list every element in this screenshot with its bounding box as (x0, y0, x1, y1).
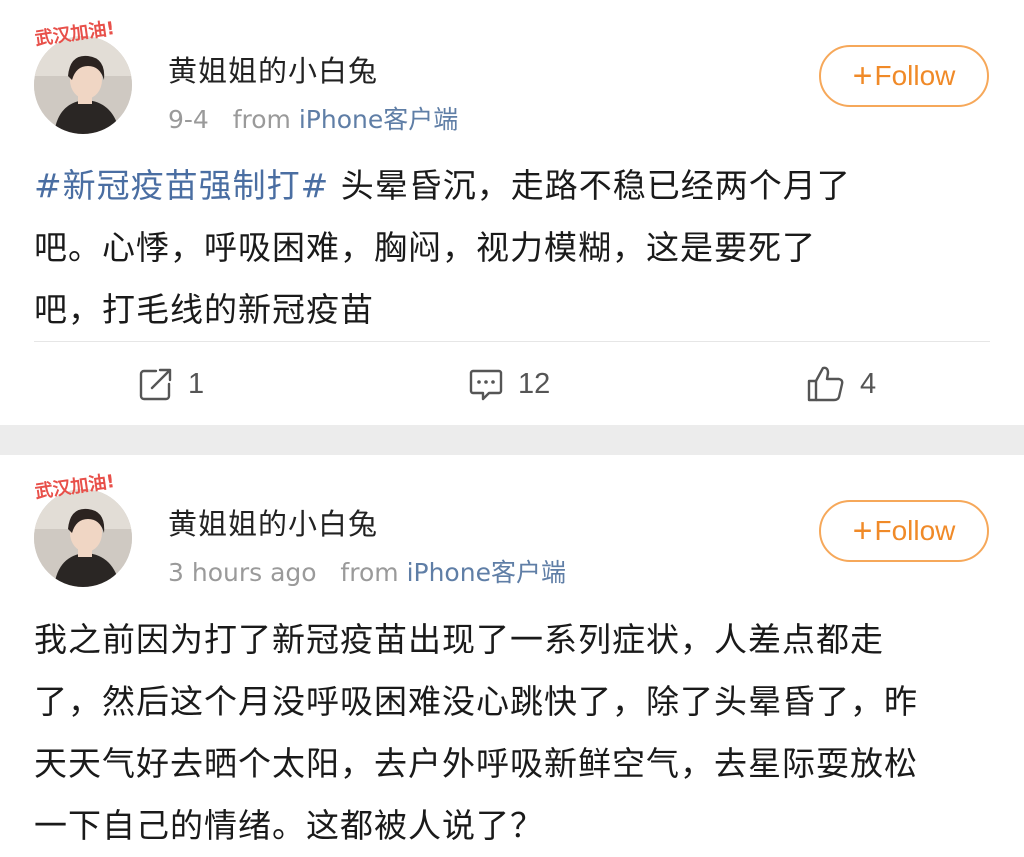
avatar-photo (34, 36, 132, 134)
post-content: 我之前因为打了新冠疫苗出现了一系列症状，人差点都走 了，然后这个月没呼吸困难没心… (34, 609, 994, 857)
svg-text:武汉加油!: 武汉加油! (34, 470, 116, 503)
from-label: from (340, 558, 399, 587)
plus-icon: + (852, 57, 873, 95)
post-source[interactable]: iPhone客户端 (299, 105, 458, 134)
post-time: 9-4 (168, 105, 209, 134)
action-divider (34, 341, 990, 342)
post-content: #新冠疫苗强制打# 头晕昏沉，走路不稳已经两个月了 吧。心悸，呼吸困难，胸闷，视… (34, 155, 994, 341)
post-line: 了，然后这个月没呼吸困难没心跳快了，除了头晕昏了，昨 (34, 682, 918, 721)
like-icon (807, 366, 844, 402)
repost-button[interactable]: 1 (138, 362, 204, 406)
post-line: #新冠疫苗强制打# 头晕昏沉，走路不稳已经两个月了 (34, 155, 994, 217)
author-avatar[interactable] (34, 489, 132, 587)
post-meta: 3 hours ago from iPhone客户端 (168, 553, 566, 589)
like-count: 4 (860, 367, 877, 400)
post-line: 吧，打毛线的新冠疫苗 (34, 290, 374, 329)
post-source[interactable]: iPhone客户端 (407, 558, 566, 587)
author-name[interactable]: 黄姐姐的小白兔 (168, 48, 378, 90)
avatar-stamp: 武汉加油! (34, 17, 116, 50)
weibo-post: 武汉加油! 黄姐姐的小白兔 9-4 from iPhone客户端 + Follo… (0, 0, 1024, 425)
follow-button[interactable]: + Follow (819, 45, 989, 107)
follow-button[interactable]: + Follow (819, 500, 989, 562)
hashtag-link[interactable]: #新冠疫苗强制打# (34, 166, 329, 205)
from-label: from (232, 105, 291, 134)
follow-label: Follow (874, 515, 956, 546)
post-time: 3 hours ago (168, 558, 317, 587)
post-separator (0, 425, 1024, 455)
like-button[interactable]: 4 (806, 362, 876, 406)
comment-button[interactable]: 12 (468, 362, 550, 406)
post-meta: 9-4 from iPhone客户端 (168, 100, 458, 136)
comment-icon (469, 369, 503, 401)
post-text: 头晕昏沉，走路不稳已经两个月了 (329, 166, 851, 205)
avatar-photo (34, 489, 132, 587)
svg-text:武汉加油!: 武汉加油! (34, 17, 116, 50)
post-line: 天天气好去晒个太阳，去户外呼吸新鲜空气，去星际耍放松 (34, 744, 918, 783)
repost-count: 1 (188, 367, 205, 400)
follow-label: Follow (874, 60, 956, 91)
repost-icon (139, 368, 172, 401)
plus-icon: + (852, 512, 873, 550)
author-avatar[interactable] (34, 36, 132, 134)
author-name[interactable]: 黄姐姐的小白兔 (168, 501, 378, 543)
avatar-stamp: 武汉加油! (34, 470, 116, 503)
post-line: 吧。心悸，呼吸困难，胸闷，视力模糊，这是要死了 (34, 228, 816, 267)
post-line: 一下自己的情绪。这都被人说了？ (34, 806, 544, 845)
weibo-post: 武汉加油! 黄姐姐的小白兔 3 hours ago from iPhone客户端… (0, 455, 1024, 853)
comment-count: 12 (518, 367, 551, 400)
post-line: 我之前因为打了新冠疫苗出现了一系列症状，人差点都走 (34, 620, 884, 659)
